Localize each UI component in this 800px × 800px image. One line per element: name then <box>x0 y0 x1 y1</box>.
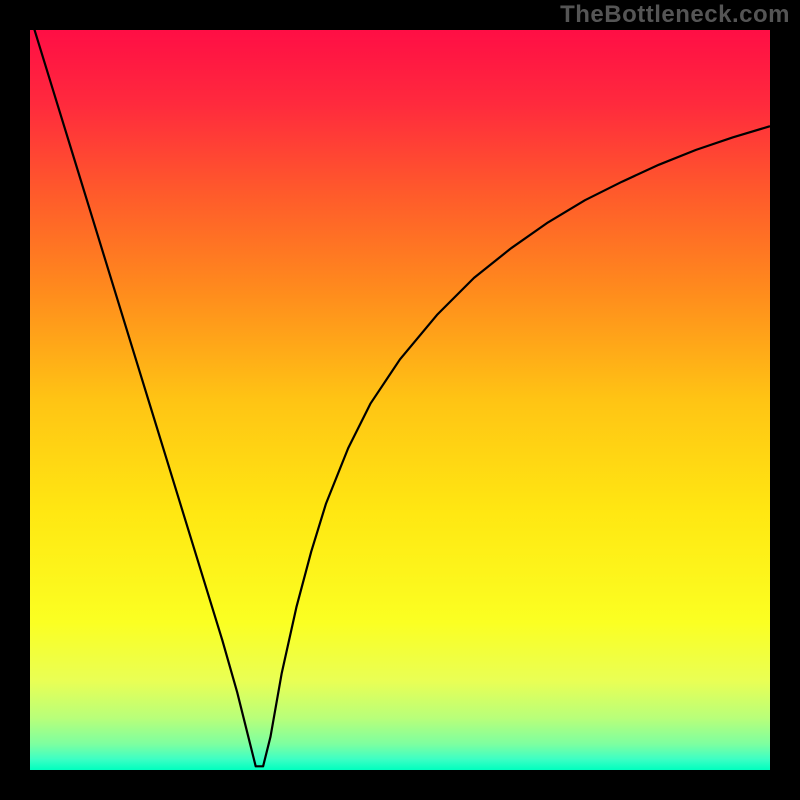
watermark-text: TheBottleneck.com <box>560 1 790 29</box>
plot-area <box>30 30 770 770</box>
gradient-background <box>30 30 770 770</box>
chart-frame: TheBottleneck.com <box>0 0 800 800</box>
curve-layer <box>30 30 770 770</box>
